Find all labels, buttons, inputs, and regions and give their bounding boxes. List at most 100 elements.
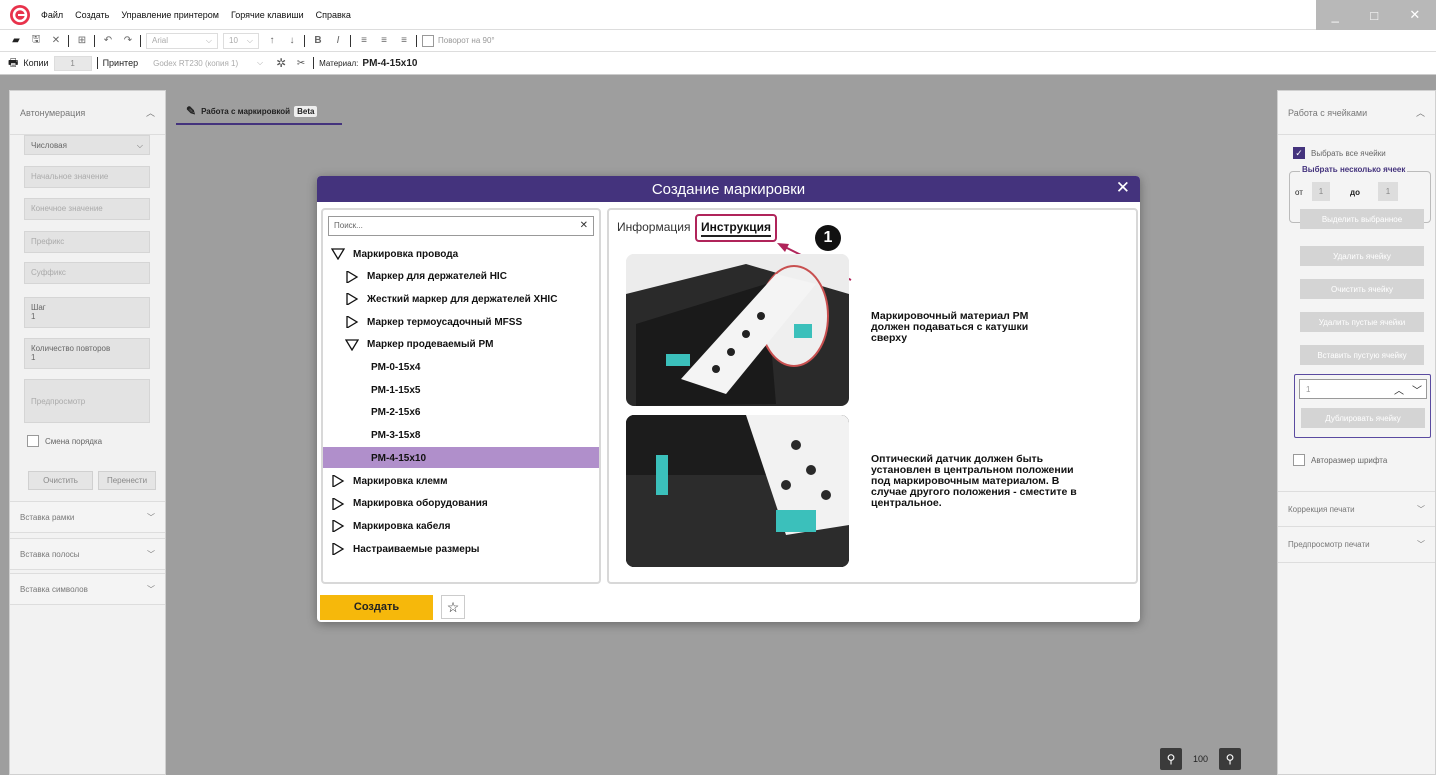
section-symbols[interactable]: Вставка символов ﹀ (10, 573, 165, 605)
tree-item[interactable]: Маркировка оборудования (331, 494, 488, 514)
tree-item[interactable]: Настраиваемые размеры (331, 539, 479, 559)
clear-button[interactable]: Очистить (28, 471, 93, 490)
zoom-out-icon[interactable]: ⚲ (1160, 748, 1182, 770)
tree-item[interactable]: Жесткий маркер для держателей XHIC (345, 289, 557, 309)
tree-item[interactable]: Маркировка провода (331, 244, 458, 264)
numbering-type-select[interactable]: Числовая ⌵ (24, 135, 150, 155)
align-right-icon[interactable]: ≡ (396, 33, 412, 49)
grid-icon[interactable]: ⊞ (74, 33, 90, 49)
close-window-icon[interactable]: ✕ (1409, 7, 1420, 23)
triangle-right-icon[interactable] (345, 316, 359, 329)
tab-info[interactable]: Информация (617, 220, 690, 234)
tree-item[interactable]: Маркировка кабеля (331, 516, 450, 536)
tree-item[interactable]: PM-0-15x4 (371, 358, 420, 378)
copies-label: Копии (23, 58, 49, 68)
arrow-down-icon[interactable]: ↓ (284, 33, 300, 49)
menu-hotkeys[interactable]: Горячие клавиши (231, 10, 304, 20)
triangle-right-icon[interactable] (331, 497, 345, 510)
stepper-up-icon[interactable]: ︿ (1394, 382, 1404, 397)
maximize-icon[interactable]: □ (1370, 8, 1378, 23)
size-select[interactable]: 10 ⌵ (223, 32, 259, 49)
insert-empty-button[interactable]: Вставить пустую ячейку (1300, 345, 1424, 365)
order-toggle[interactable]: Смена порядка (27, 435, 102, 447)
tree-item[interactable]: PM-1-15x5 (371, 380, 420, 400)
triangle-right-icon[interactable] (331, 520, 345, 533)
delete-cell-button[interactable]: Удалить ячейку (1300, 246, 1424, 266)
printer-label: Принтер (102, 58, 139, 68)
tree-item[interactable]: PM-2-15x6 (371, 403, 420, 423)
align-center-icon[interactable]: ≡ (376, 33, 392, 49)
delete-empty-button[interactable]: Удалить пустые ячейки (1300, 312, 1424, 332)
tree-item[interactable]: Маркер продеваемый PM (345, 335, 493, 355)
arrow-up-icon[interactable]: ↑ (264, 33, 280, 49)
triangle-right-icon[interactable] (345, 293, 359, 306)
tree-item[interactable]: Маркировка клемм (331, 471, 448, 491)
start-value-field[interactable]: Начальное значение (24, 166, 150, 188)
suffix-field[interactable]: Суффикс (24, 262, 150, 284)
duplicate-cell-button[interactable]: Дублировать ячейку (1301, 408, 1425, 428)
tools-icon[interactable]: ✂ (293, 55, 309, 71)
minimize-icon[interactable]: _ (1332, 8, 1339, 23)
clear-cell-button[interactable]: Очистить ячейку (1300, 279, 1424, 299)
prefix-field[interactable]: Префикс (24, 231, 150, 253)
copies-input[interactable]: 1 (53, 55, 92, 71)
tree-item[interactable]: Маркер термоусадочный MFSS (345, 312, 522, 332)
create-button[interactable]: Создать (320, 594, 433, 620)
triangle-right-icon[interactable] (345, 270, 359, 283)
repeat-field[interactable]: Количество повторов 1 (24, 338, 150, 369)
from-input[interactable]: 1 (1312, 182, 1330, 201)
menu-file[interactable]: Файл (41, 10, 63, 20)
highlight-selected-button[interactable]: Выделить выбранное (1300, 209, 1424, 229)
triangle-down-icon[interactable] (345, 339, 359, 351)
section-print-preview[interactable]: Предпросмотр печати ﹀ (1278, 527, 1435, 563)
close-icon[interactable]: ✕ (1116, 178, 1130, 198)
tree-item[interactable]: Маркер для держателей HIC (345, 267, 507, 287)
section-frame[interactable]: Вставка рамки ﹀ (10, 501, 165, 533)
redo-icon[interactable]: ↷ (120, 33, 136, 49)
font-select[interactable]: Arial ⌵ (146, 32, 218, 49)
close-doc-icon[interactable]: ✕ (48, 33, 64, 49)
checkbox-checked-icon[interactable]: ✓ (1293, 147, 1305, 159)
undo-icon[interactable]: ↶ (100, 33, 116, 49)
bold-icon[interactable]: B (310, 33, 326, 49)
printer-select[interactable]: Godex RT230 (копия 1) ⌵ (148, 55, 268, 71)
section-stripe[interactable]: Вставка полосы ﹀ (10, 538, 165, 570)
select-all-toggle[interactable]: ✓ Выбрать все ячейки (1293, 147, 1386, 159)
section-print-correction[interactable]: Коррекция печати ﹀ (1278, 491, 1435, 527)
order-checkbox[interactable] (27, 435, 39, 447)
autosize-toggle[interactable]: Авторазмер шрифта (1293, 454, 1387, 466)
tree-item-label: Маркер для держателей HIC (367, 271, 507, 283)
open-folder-icon[interactable]: ▰ (8, 33, 24, 49)
autonumbering-header[interactable]: Автонумерация ︿ (10, 91, 165, 135)
autosize-checkbox[interactable] (1293, 454, 1305, 466)
zoom-in-icon[interactable]: ⚲ (1219, 748, 1242, 770)
end-value-field[interactable]: Конечное значение (24, 198, 150, 220)
triangle-down-icon[interactable] (331, 248, 345, 260)
clear-search-icon[interactable]: ✕ (580, 220, 588, 231)
stepper-down-icon[interactable]: ﹀ (1412, 382, 1422, 397)
settings-gear-icon[interactable]: ✲ (273, 55, 289, 71)
to-input[interactable]: 1 (1378, 182, 1398, 201)
italic-icon[interactable]: I (330, 33, 346, 49)
favorite-star-icon[interactable]: ☆ (441, 595, 465, 619)
menu-printer[interactable]: Управление принтером (121, 10, 219, 20)
tree-item[interactable]: PM-4-15x10 (371, 448, 426, 468)
rotate-checkbox[interactable] (422, 34, 434, 47)
document-tab[interactable]: ✎ Работа с маркировкой Beta (176, 104, 346, 126)
triangle-right-icon[interactable] (331, 475, 345, 487)
menu-help[interactable]: Справка (316, 10, 351, 20)
save-icon[interactable]: 🖫 (28, 33, 44, 49)
tree-item[interactable]: PM-3-15x8 (371, 426, 420, 446)
printer-icon[interactable]: 🖶 (8, 54, 18, 73)
step-field[interactable]: Шаг 1 (24, 297, 150, 328)
section-stripe-label: Вставка полосы (20, 549, 80, 559)
triangle-right-icon[interactable] (331, 543, 345, 556)
cells-header[interactable]: Работа с ячейками ︿ (1278, 91, 1435, 135)
search-input[interactable]: Поиск... ✕ (328, 216, 594, 236)
align-left-icon[interactable]: ≡ (356, 33, 372, 49)
divider (416, 34, 417, 47)
menu-create[interactable]: Создать (75, 10, 109, 20)
duplicate-stepper[interactable]: 1 ︿ ﹀ (1299, 379, 1427, 399)
preview-field[interactable]: Предпросмотр (24, 379, 150, 423)
move-button[interactable]: Перенести (98, 471, 156, 490)
